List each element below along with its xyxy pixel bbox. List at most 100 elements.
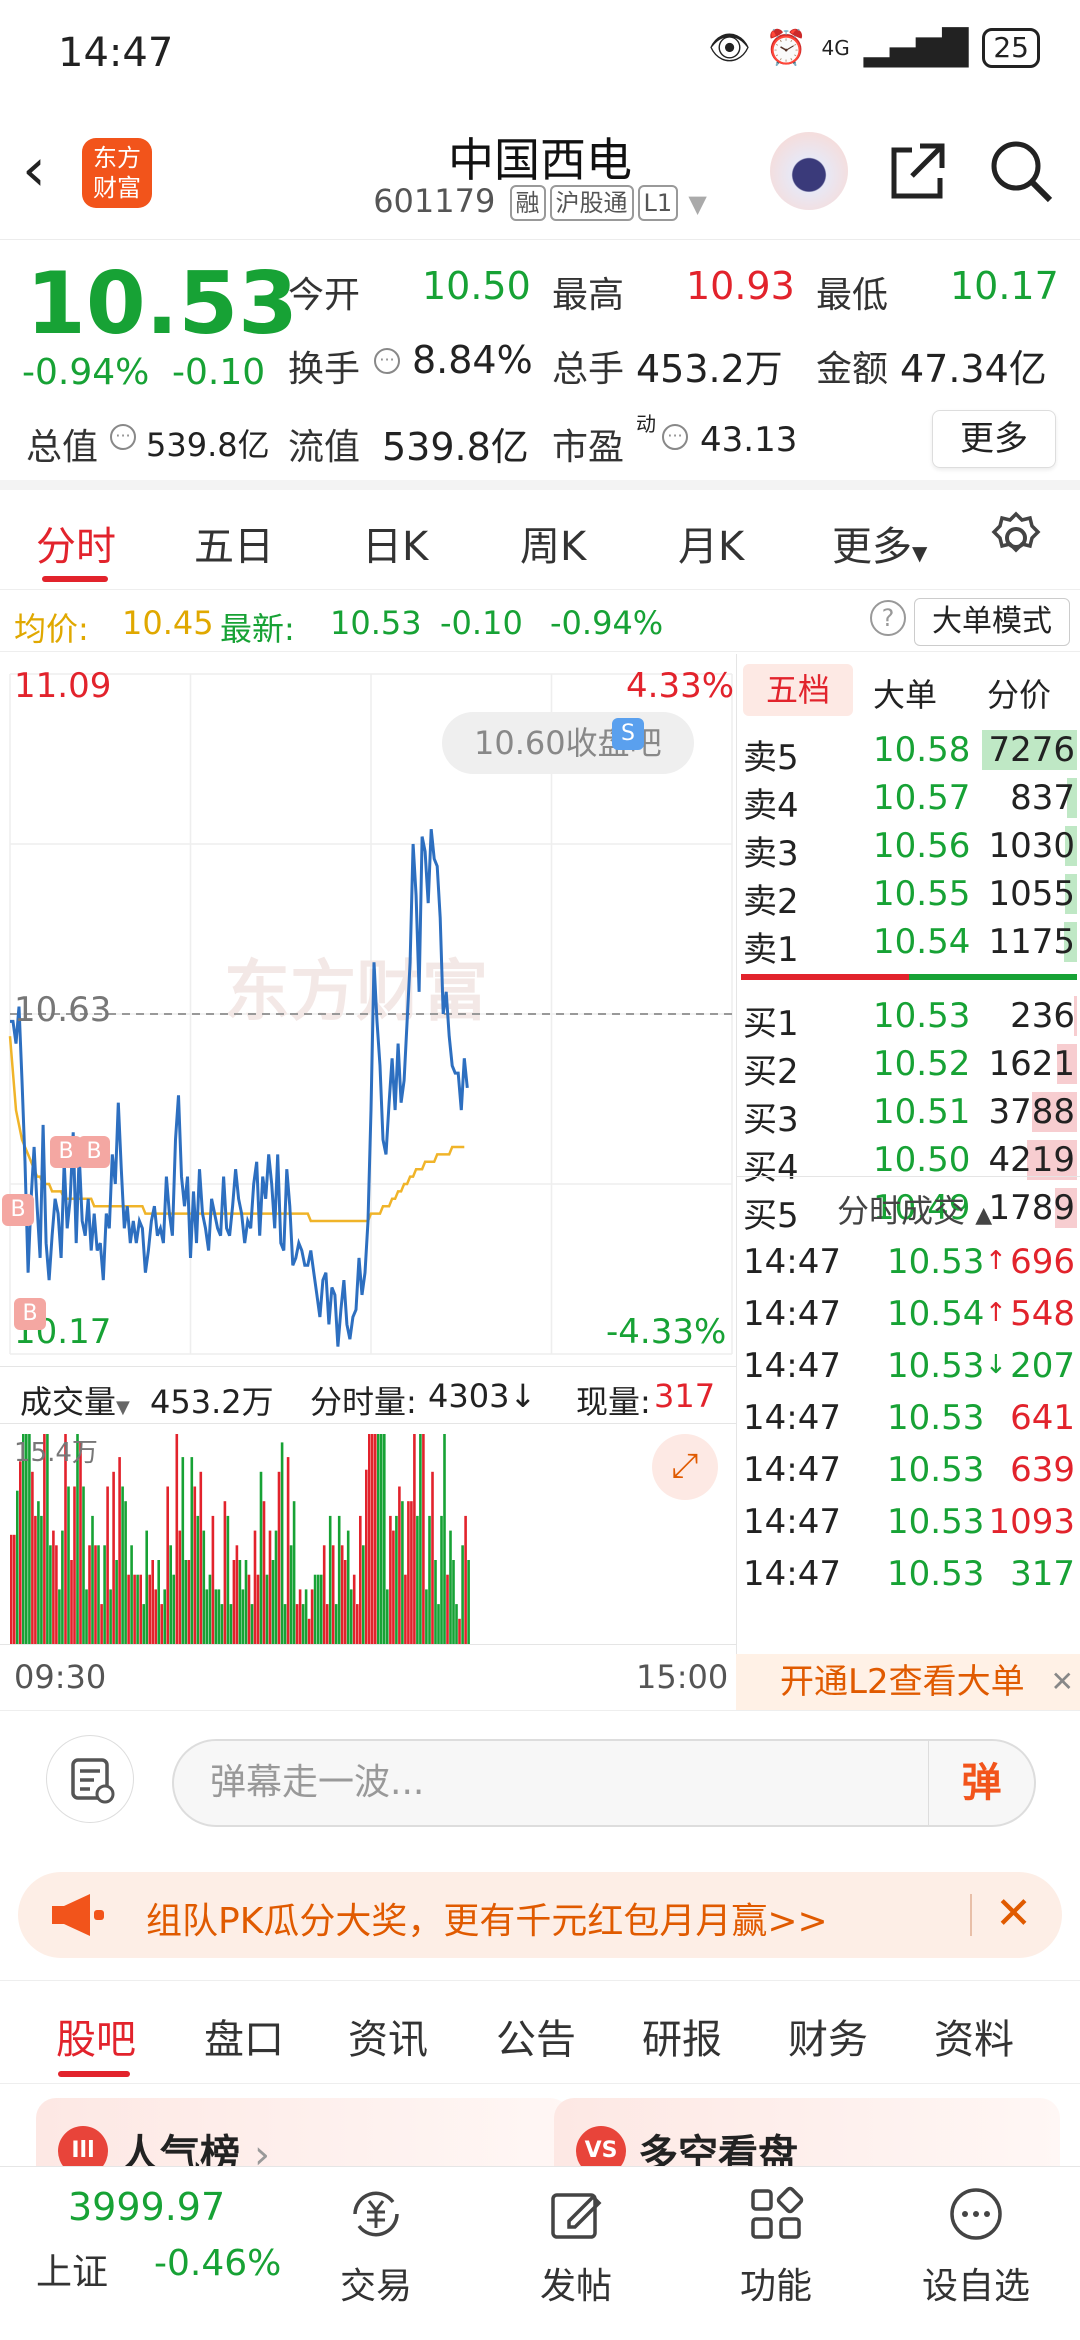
volume-bar [265, 1574, 269, 1644]
buy-marker-icon: B [78, 1136, 110, 1168]
danmu-send-button[interactable]: 弹 [928, 1741, 1034, 1825]
tag-connect: 沪股通 [549, 185, 634, 221]
info-icon[interactable]: ··· [110, 424, 136, 450]
volume-bar [61, 1530, 64, 1644]
index-widget[interactable]: 3999.97 上证 -0.46% [0, 2167, 300, 2340]
l2-banner[interactable]: 开通L2查看大单 ✕ [736, 1654, 1080, 1710]
danmu-settings-icon[interactable] [46, 1735, 134, 1823]
info-icon[interactable]: ··· [374, 348, 400, 374]
ask-row[interactable]: 卖2 10.55 1055 [737, 870, 1080, 922]
volume-bar [142, 1604, 145, 1644]
danmu-bar: 弹幕走一波... 弹 [0, 1710, 1080, 1840]
volume-bar [136, 1574, 139, 1644]
tick-time: 14:47 [743, 1502, 841, 1542]
tab-weekly-k[interactable]: 周K [520, 514, 586, 572]
volume-bar [217, 1589, 221, 1644]
volume-selector[interactable]: 成交量▼ [20, 1377, 130, 1423]
ask-row[interactable]: 卖4 10.57 837 [737, 774, 1080, 826]
volume-bar [247, 1574, 251, 1644]
tick-time: 14:47 [743, 1242, 841, 1282]
price-line [10, 829, 469, 1347]
nav-functions-label: 功能 [739, 2266, 812, 2307]
volume-bar [331, 1545, 335, 1644]
ask-row[interactable]: 卖5 10.58 7276 [737, 726, 1080, 778]
nav-functions[interactable]: 功能 [706, 2181, 846, 2309]
close-icon[interactable]: ✕ [1051, 1654, 1074, 1710]
intraday-chart[interactable]: 东方财富 11.09 4.33% 10.63 10.17 -4.33% 10.6… [0, 654, 736, 1696]
volume-bar [175, 1434, 179, 1644]
volume-bar [458, 1618, 461, 1644]
gear-icon[interactable] [986, 508, 1046, 568]
big-order-mode-button[interactable]: 大单模式 [914, 598, 1070, 646]
turnover-value: 8.84% [412, 338, 533, 382]
volume-bar [395, 1515, 398, 1644]
tick-row: 14:47 10.53 ↑ 696 [737, 1238, 1080, 1286]
tab-daily-k[interactable]: 日K [362, 514, 428, 572]
volume-bar [151, 1560, 154, 1644]
level-volume: 1789 [988, 1188, 1075, 1228]
bar-bubble[interactable]: 10.60收盘吧 [442, 712, 694, 774]
promo-banner[interactable]: 组队PK瓜分大奖，更有千元红包月月赢>> ✕ [18, 1872, 1062, 1958]
tab-five-levels[interactable]: 五档 [743, 664, 853, 716]
pe-superscript: 动 [636, 412, 656, 436]
more-icon [950, 2188, 1002, 2240]
nav-add-watchlist[interactable]: 设自选 [906, 2181, 1046, 2309]
ask-row[interactable]: 卖3 10.56 1030 [737, 822, 1080, 874]
volume-bar [55, 1545, 58, 1644]
close-icon[interactable]: ✕ [995, 1888, 1032, 1939]
tab-more[interactable]: 更多▼ [832, 514, 927, 572]
volume-bar [452, 1560, 455, 1644]
volume-bar [319, 1574, 323, 1644]
tab-forum[interactable]: 股吧 [56, 2007, 136, 2065]
nav-trade[interactable]: 交易 [306, 2181, 446, 2309]
tick-price: 10.53 [887, 1450, 985, 1490]
bid-row[interactable]: 买2 10.52 1621 [737, 1040, 1080, 1092]
amount-label: 金额 [816, 349, 889, 390]
avg-price-bar: 均价: 10.45 最新: 10.53 -0.10 -0.94% ? 大单模式 [0, 592, 1080, 652]
ask-row[interactable]: 卖1 10.54 1175 [737, 918, 1080, 970]
quote-panel: 10.53 -0.94% -0.10 今开 10.50 最高 10.93 最低 … [0, 240, 1080, 490]
expand-icon[interactable]: ⤢ [652, 1434, 718, 1500]
latest-value: 10.53 [330, 604, 422, 642]
tab-five-day[interactable]: 五日 [194, 514, 274, 572]
avg-value: 10.45 [122, 604, 214, 642]
more-button[interactable]: 更多 [932, 410, 1056, 468]
tab-big-orders[interactable]: 大单 [873, 670, 937, 716]
caret-down-icon: ▼ [912, 541, 928, 565]
volume-bar [467, 1560, 470, 1644]
level-price: 10.54 [873, 922, 971, 962]
nav-post[interactable]: 发帖 [506, 2181, 646, 2309]
tab-announcements[interactable]: 公告 [496, 2007, 576, 2065]
danmu-input[interactable]: 弹幕走一波... [172, 1739, 1036, 1827]
share-icon[interactable] [884, 138, 950, 204]
tag-margin: 融 [509, 185, 546, 221]
volume-max-label: 15.4万 [14, 1438, 98, 1468]
volume-bar [386, 1589, 389, 1644]
ticks-title[interactable]: 分时成交 ▲ [837, 1186, 992, 1232]
tab-profile[interactable]: 资料 [934, 2007, 1014, 2065]
tab-intraday[interactable]: 分时 [36, 514, 116, 572]
tab-market[interactable]: 盘口 [204, 2007, 284, 2065]
bid-row[interactable]: 买1 10.53 236 [737, 992, 1080, 1044]
tab-news[interactable]: 资讯 [348, 2007, 428, 2065]
latest-change: -0.10 [440, 604, 523, 642]
dropdown-icon[interactable]: ▼ [688, 190, 706, 218]
assistant-robot-icon[interactable] [770, 132, 848, 210]
tab-finance[interactable]: 财务 [788, 2007, 868, 2065]
volume-bar [238, 1560, 242, 1644]
tab-research[interactable]: 研报 [642, 2007, 722, 2065]
search-icon[interactable] [988, 138, 1054, 204]
help-icon[interactable]: ? [870, 600, 906, 636]
volume-bar [232, 1560, 236, 1644]
tab-price-dist[interactable]: 分价 [987, 670, 1051, 716]
info-icon[interactable]: ··· [662, 424, 688, 450]
network-icon: 4G [821, 36, 850, 60]
bid-row[interactable]: 买3 10.51 3788 [737, 1088, 1080, 1140]
volume-bar [328, 1515, 332, 1644]
volume-bar [100, 1604, 103, 1644]
tick-volume: 639 [1010, 1450, 1075, 1490]
tab-monthly-k[interactable]: 月K [678, 514, 744, 572]
tick-row: 14:47 10.53 639 [737, 1446, 1080, 1494]
volume-bar [118, 1457, 121, 1644]
tick-volume: 548 [1010, 1294, 1075, 1334]
